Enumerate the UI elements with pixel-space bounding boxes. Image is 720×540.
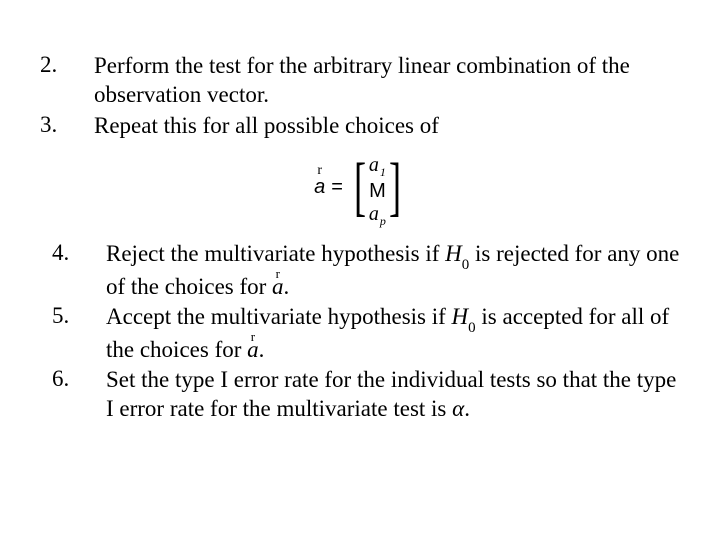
item-number: 2. [40,52,94,110]
vector-a-icon: r a [314,177,325,197]
vector-entry: ap [369,203,386,229]
list-item: 5. Accept the multivariate hypothesis if… [52,303,680,364]
vector-a-letter: a [314,176,325,198]
left-bracket-icon: [ [354,154,366,220]
list-block-2: 4. Reject the multivariate hypothesis if… [40,240,680,424]
alpha-symbol: α [452,396,464,421]
vector-a-inline-icon: ra [272,273,284,302]
item-text: Accept the multivariate hypothesis if H0… [106,303,680,364]
item-number: 4. [52,240,106,301]
right-bracket-icon: ] [389,154,401,220]
list-item: 6. Set the type I error rate for the ind… [52,366,680,424]
list-item: 2. Perform the test for the arbitrary li… [40,52,680,110]
equals-sign: = [331,176,343,199]
item-text: Set the type I error rate for the indivi… [106,366,680,424]
item-number: 6. [52,366,106,424]
list-item: 4. Reject the multivariate hypothesis if… [52,240,680,301]
arrow-label: r [317,164,322,178]
vector-a-inline-icon: ra [247,336,259,365]
page: 2. Perform the test for the arbitrary li… [0,0,720,424]
item-text: Reject the multivariate hypothesis if H0… [106,240,680,301]
item-number: 3. [40,112,94,141]
formula: r a = [ a1 M ap ] [40,154,680,220]
vector-entry: a1 [369,154,386,180]
list-item: 3. Repeat this for all possible choices … [40,112,680,141]
vector-ellipsis: M [369,180,386,203]
column-vector: a1 M ap [369,154,386,220]
item-text: Repeat this for all possible choices of [94,112,680,141]
item-number: 5. [52,303,106,364]
item-text: Perform the test for the arbitrary linea… [94,52,680,110]
